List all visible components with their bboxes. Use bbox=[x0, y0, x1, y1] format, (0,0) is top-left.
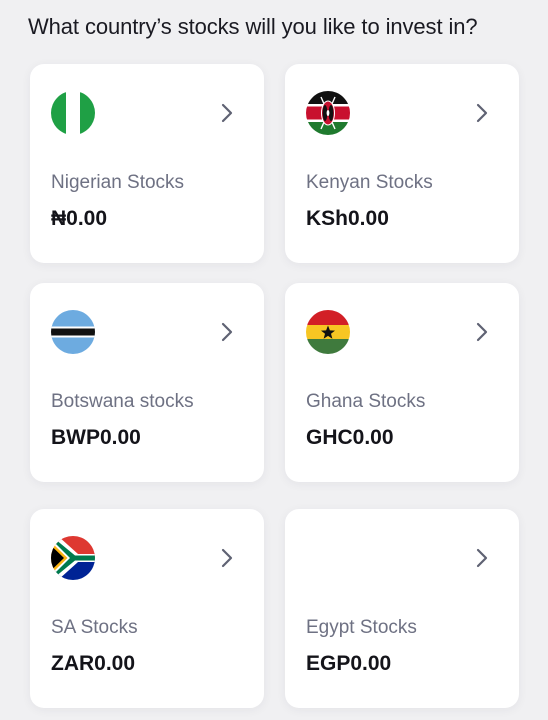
chevron-right-icon bbox=[474, 546, 490, 570]
country-card-ghana[interactable]: Ghana Stocks GHC0.00 bbox=[285, 283, 519, 482]
south-africa-flag-icon bbox=[51, 536, 95, 580]
country-card-south-africa[interactable]: SA Stocks ZAR0.00 bbox=[30, 509, 264, 708]
balance-amount: EGP0.00 bbox=[306, 652, 392, 675]
country-name: Ghana Stocks bbox=[306, 391, 426, 412]
balance-amount: KSh0.00 bbox=[306, 207, 389, 230]
chevron-right-icon bbox=[219, 320, 235, 344]
country-card-egypt[interactable]: Egypt Stocks EGP0.00 bbox=[285, 509, 519, 708]
chevron-right-icon bbox=[474, 320, 490, 344]
nigeria-flag-icon bbox=[51, 91, 95, 135]
ghana-flag-icon bbox=[306, 310, 350, 354]
balance-amount: ₦0.00 bbox=[51, 207, 108, 230]
chevron-right-icon bbox=[474, 101, 490, 125]
chevron-right-icon bbox=[219, 101, 235, 125]
balance-amount: ZAR0.00 bbox=[51, 652, 136, 675]
chevron-right-icon bbox=[219, 546, 235, 570]
balance-amount: GHC0.00 bbox=[306, 426, 394, 449]
balance-amount: BWP0.00 bbox=[51, 426, 141, 449]
kenya-flag-icon bbox=[306, 91, 350, 135]
country-card-kenya[interactable]: Kenyan Stocks KSh0.00 bbox=[285, 64, 519, 263]
botswana-flag-icon bbox=[51, 310, 95, 354]
country-card-botswana[interactable]: Botswana stocks BWP0.00 bbox=[30, 283, 264, 482]
country-name: Botswana stocks bbox=[51, 391, 194, 412]
country-name: Egypt Stocks bbox=[306, 617, 417, 638]
country-name: Nigerian Stocks bbox=[51, 172, 185, 193]
country-name: SA Stocks bbox=[51, 617, 138, 638]
page-title: What country’s stocks will you like to i… bbox=[28, 14, 478, 39]
country-name: Kenyan Stocks bbox=[306, 172, 433, 193]
country-card-nigeria[interactable]: Nigerian Stocks ₦0.00 bbox=[30, 64, 264, 263]
